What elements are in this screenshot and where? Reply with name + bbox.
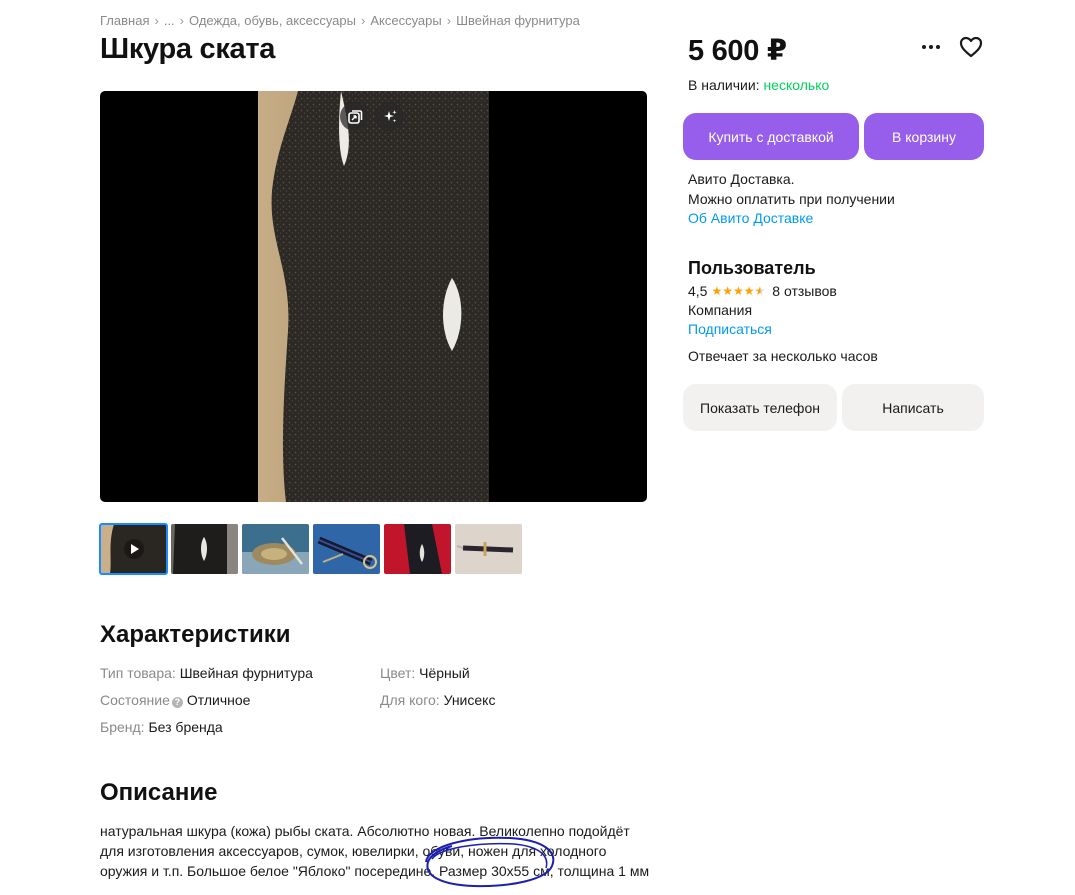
- stock-value: несколько: [763, 77, 830, 93]
- char-item-brand: Бренд: Без бренда: [100, 719, 223, 735]
- char-value: Швейная фурнитура: [179, 665, 313, 681]
- thumbnail-photo[interactable]: [384, 524, 451, 574]
- breadcrumb-item-accessories[interactable]: Аксессуары: [370, 13, 441, 28]
- main-gallery[interactable]: [100, 91, 647, 502]
- breadcrumb-item-sewing[interactable]: Швейная фурнитура: [456, 13, 580, 28]
- star-icon: ★: [722, 284, 733, 298]
- char-item-condition: Состояние? Отличное: [100, 692, 250, 708]
- delivery-payment-info: Можно оплатить при получении: [688, 191, 895, 207]
- more-options-icon[interactable]: [918, 36, 944, 58]
- breadcrumb-separator: ›: [361, 13, 366, 28]
- char-item-type: Тип товара: Швейная фурнитура: [100, 665, 313, 681]
- char-value: Унисекс: [443, 692, 496, 708]
- buy-with-delivery-button[interactable]: Купить с доставкой: [683, 113, 859, 160]
- characteristics-heading: Характеристики: [100, 621, 291, 648]
- seller-type: Компания: [688, 302, 753, 318]
- star-icon: ★: [733, 284, 744, 298]
- heart-icon[interactable]: [957, 34, 985, 60]
- help-icon[interactable]: ?: [171, 697, 183, 708]
- breadcrumb-separator: ›: [179, 13, 185, 28]
- stock-label: В наличии:: [688, 77, 760, 93]
- annotation-ink-circle: [425, 836, 555, 888]
- subscribe-link[interactable]: Подписаться: [688, 321, 772, 337]
- star-half-icon: ★: [754, 284, 766, 298]
- delivery-about-link[interactable]: Об Авито Доставке: [688, 210, 813, 226]
- write-message-button[interactable]: Написать: [842, 384, 984, 431]
- breadcrumb-item-clothing[interactable]: Одежда, обувь, аксессуары: [189, 13, 356, 28]
- char-item-color: Цвет: Чёрный: [380, 665, 470, 681]
- rating-value: 4,5: [688, 283, 708, 299]
- thumbnail-strip: [99, 523, 522, 575]
- breadcrumb: Главная ›... › Одежда, обувь, аксессуары › Ак…: [100, 13, 580, 28]
- sparkles-icon[interactable]: [375, 102, 404, 131]
- thumbnail-video[interactable]: [99, 523, 168, 575]
- reviews-count: 8 отзывов: [772, 283, 837, 299]
- star-icon: ★: [743, 284, 755, 298]
- page-title: Шкура ската: [100, 33, 276, 65]
- char-item-audience: Для кого: Унисекс: [380, 692, 495, 708]
- rating-stars: ★ ★ ★ ★ ★: [711, 285, 765, 297]
- char-value: Чёрный: [419, 665, 470, 681]
- show-phone-button[interactable]: Показать телефон: [683, 384, 837, 431]
- thumbnail-photo[interactable]: [455, 524, 522, 574]
- description-heading: Описание: [100, 779, 218, 806]
- thumbnail-photo[interactable]: [171, 524, 238, 574]
- char-key: Тип товара:: [100, 665, 176, 681]
- breadcrumb-separator: ›: [446, 13, 452, 28]
- add-to-cart-button[interactable]: В корзину: [864, 113, 984, 160]
- stock-status: В наличии: несколько: [688, 77, 829, 93]
- char-key: Для кого:: [380, 692, 440, 708]
- seller-rating[interactable]: 4,5 ★ ★ ★ ★ ★ 8 отзывов: [688, 283, 837, 299]
- thumbnail-photo[interactable]: [242, 524, 309, 574]
- gallery-stack-icon[interactable]: [340, 102, 369, 131]
- breadcrumb-separator: ›: [154, 13, 159, 28]
- delivery-info: Авито Доставка.: [688, 171, 795, 187]
- char-value: Отличное: [186, 692, 251, 708]
- breadcrumb-item-home[interactable]: Главная: [100, 13, 149, 28]
- price: 5 600 ₽: [688, 35, 787, 67]
- char-value: Без бренда: [148, 719, 223, 735]
- star-icon: ★: [711, 284, 723, 298]
- char-key: Состояние: [100, 692, 170, 708]
- thumbnail-photo[interactable]: [313, 524, 380, 574]
- main-photo: [258, 91, 489, 502]
- response-time: Отвечает за несколько часов: [688, 348, 878, 364]
- char-key: Цвет:: [380, 665, 416, 681]
- char-key: Бренд:: [100, 719, 145, 735]
- breadcrumb-item-ellipsis[interactable]: ...: [164, 13, 175, 28]
- seller-name[interactable]: Пользователь: [688, 258, 816, 279]
